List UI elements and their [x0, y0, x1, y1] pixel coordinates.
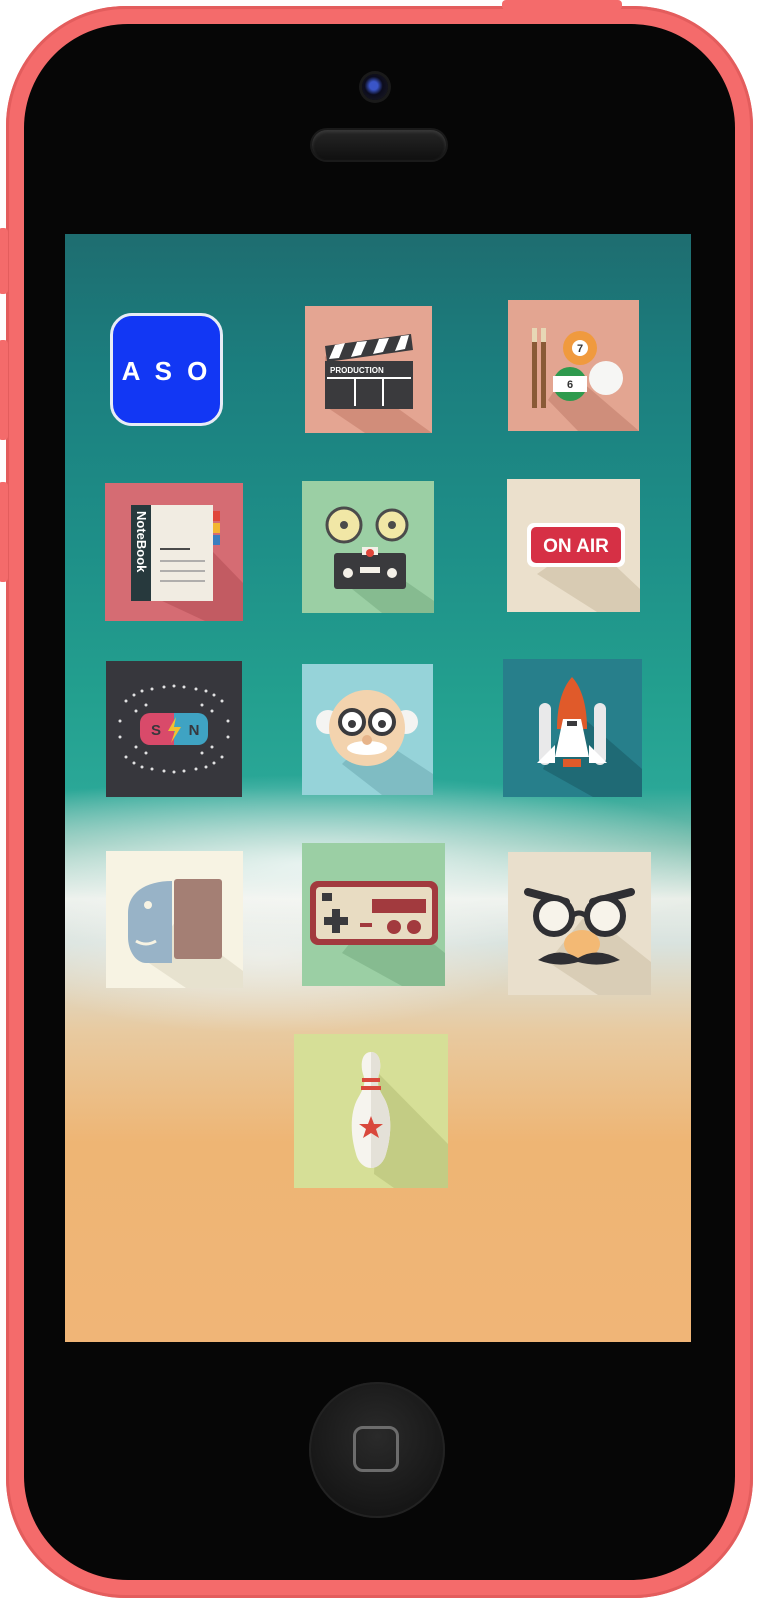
production-app-icon[interactable]: PRODUCTION [305, 306, 432, 433]
billiards-app-icon[interactable]: 7 6 [508, 300, 639, 431]
on-air-label: ON AIR [543, 536, 609, 557]
home-square-icon [353, 1426, 399, 1472]
power-button [502, 0, 622, 10]
bowling-app-icon[interactable] [294, 1034, 448, 1188]
notebook-label: NoteBook [134, 511, 149, 573]
game-controller-app-icon[interactable] [302, 843, 445, 986]
magnet-south-label: S [151, 722, 161, 739]
ball-6-label: 6 [567, 379, 573, 391]
mute-switch [0, 228, 8, 294]
aso-app-icon[interactable]: A S O [110, 313, 223, 426]
space-shuttle-app-icon[interactable] [503, 659, 642, 797]
on-air-app-icon[interactable]: ON AIR [507, 479, 640, 612]
notebook-app-icon[interactable]: NoteBook [105, 483, 243, 621]
volume-down-button [0, 482, 8, 582]
ball-7-label: 7 [577, 343, 583, 355]
professor-app-icon[interactable] [302, 664, 433, 795]
disguise-app-icon[interactable] [508, 852, 651, 995]
clapperboard-label: PRODUCTION [330, 366, 384, 375]
front-camera-icon [362, 74, 388, 100]
aso-label: A S O [122, 356, 212, 386]
magnet-app-icon[interactable]: S N [106, 661, 242, 797]
film-projector-app-icon[interactable] [302, 481, 434, 613]
volume-up-button [0, 340, 8, 440]
evernote-elephant-app-icon[interactable] [106, 851, 243, 988]
magnet-north-label: N [189, 722, 200, 739]
earpiece-speaker [312, 130, 446, 160]
